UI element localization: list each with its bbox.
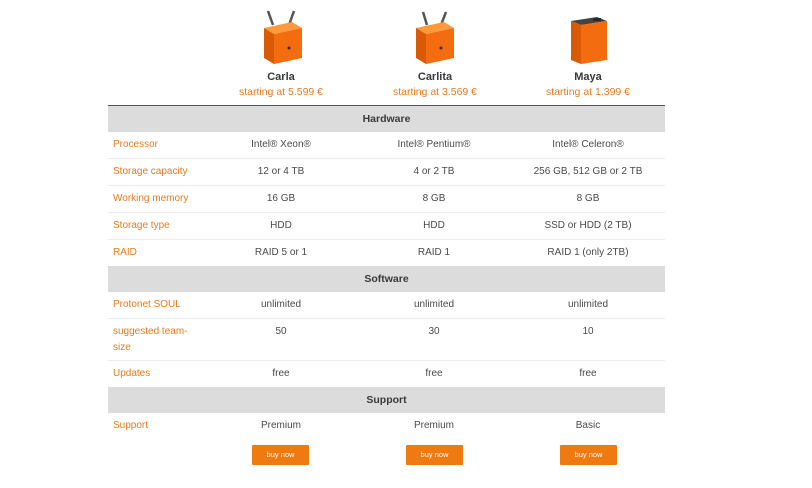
table-row: Support Premium Premium Basic xyxy=(108,413,665,439)
table-cell: RAID 1 (only 2TB) xyxy=(547,247,629,258)
product-carlita: Carlita starting at 3.569 € xyxy=(358,0,512,99)
product-maya: Maya starting at 1.399 € xyxy=(511,0,665,99)
section-hardware: Hardware xyxy=(108,106,665,132)
table-cell: unlimited xyxy=(260,299,302,310)
table-cell: 256 GB, 512 GB or 2 TB xyxy=(533,166,643,177)
product-carla: Carla starting at 5.599 € xyxy=(204,0,358,99)
table-row: Storage capacity 12 or 4 TB 4 or 2 TB 25… xyxy=(108,159,665,186)
table-row: Processor Intel® Xeon® Intel® Pentium® I… xyxy=(108,132,665,159)
row-label: Updates xyxy=(113,368,151,379)
table-cell: Premium xyxy=(260,420,301,431)
table-cell: 16 GB xyxy=(266,193,296,204)
table-cell: 8 GB xyxy=(576,193,600,204)
table-cell: RAID 1 xyxy=(417,247,451,258)
product-price: starting at 1.399 € xyxy=(545,86,631,98)
table-cell: 30 xyxy=(428,326,440,337)
table-cell: 4 or 2 TB xyxy=(413,166,455,177)
product-name: Carla xyxy=(267,71,295,83)
server-tower-icon[interactable] xyxy=(511,0,665,68)
section-software: Software xyxy=(108,266,665,292)
row-label: Support xyxy=(113,420,149,431)
table-row: Protonet SOUL unlimited unlimited unlimi… xyxy=(108,292,665,319)
table-cell: RAID 5 or 1 xyxy=(254,247,308,258)
table-cell: Intel® Pentium® xyxy=(397,139,471,150)
row-label: RAID xyxy=(113,247,137,258)
buy-now-button-carla[interactable]: buy now xyxy=(252,445,309,465)
table-cell: 12 or 4 TB xyxy=(257,166,305,177)
table-row: RAID RAID 5 or 1 RAID 1 RAID 1 (only 2TB… xyxy=(108,240,665,266)
table-cell: Intel® Celeron® xyxy=(552,139,624,150)
product-price: starting at 5.599 € xyxy=(238,86,324,98)
product-price: starting at 3.569 € xyxy=(392,86,478,98)
table-cell: HDD xyxy=(270,220,292,231)
comparison-table: Hardware Processor Intel® Xeon® Intel® P… xyxy=(108,105,665,439)
buy-now-button-maya[interactable]: buy now xyxy=(560,445,617,465)
buy-now-button-carlita[interactable]: buy now xyxy=(406,445,463,465)
table-cell: unlimited xyxy=(567,299,609,310)
table-cell: free xyxy=(272,368,290,379)
product-header: Carla starting at 5.599 € Carlita starti… xyxy=(0,0,812,106)
table-row: Updates free free free xyxy=(108,361,665,387)
table-cell: Intel® Xeon® xyxy=(251,139,311,150)
table-cell: Basic xyxy=(575,420,601,431)
table-cell: Premium xyxy=(413,420,454,431)
table-row: suggested team-size 50 30 10 xyxy=(108,319,665,361)
table-cell: SSD or HDD (2 TB) xyxy=(544,220,632,231)
table-cell: unlimited xyxy=(413,299,455,310)
row-label: Processor xyxy=(113,139,159,150)
row-label: Protonet SOUL xyxy=(113,299,181,310)
server-cube-antennas-icon[interactable] xyxy=(204,0,358,68)
table-cell: free xyxy=(579,368,597,379)
server-cube-antennas-icon[interactable] xyxy=(358,0,512,68)
section-support: Support xyxy=(108,387,665,413)
product-name: Maya xyxy=(574,71,602,83)
table-row: Storage type HDD HDD SSD or HDD (2 TB) xyxy=(108,213,665,240)
row-label: Working memory xyxy=(113,193,189,204)
row-label: Storage type xyxy=(113,220,170,231)
row-label: Storage capacity xyxy=(113,166,188,177)
product-name: Carlita xyxy=(417,71,453,83)
table-cell: 50 xyxy=(275,326,287,337)
table-cell: 8 GB xyxy=(422,193,446,204)
table-cell: free xyxy=(425,368,443,379)
row-label: suggested team-size xyxy=(113,326,188,353)
table-cell: HDD xyxy=(423,220,445,231)
table-row: Working memory 16 GB 8 GB 8 GB xyxy=(108,186,665,213)
table-cell: 10 xyxy=(582,326,594,337)
